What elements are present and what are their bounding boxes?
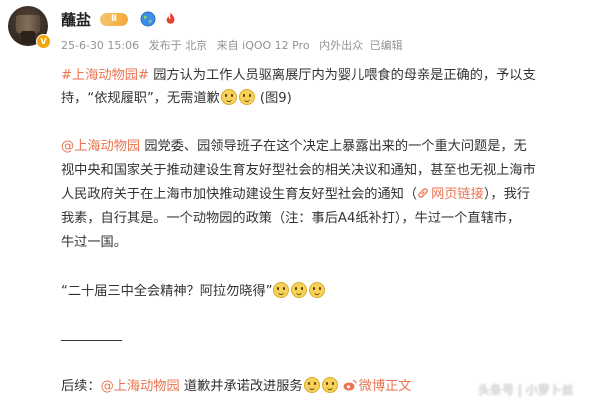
author-name[interactable]: 蘸盐	[61, 9, 91, 30]
post-line: 后续：@上海动物园 道歉并承诺改进服务 微博正文	[61, 377, 412, 394]
post-line: #上海动物园# 园方认为工作人员驱离展厅内为婴儿喂食的母亲是正确的，予以支	[61, 68, 536, 83]
watermark: 头条号 | 小萝卜丝	[478, 383, 574, 397]
fire-icon[interactable]	[163, 11, 178, 27]
smile-emoji-icon	[309, 282, 326, 298]
mention-link[interactable]: @上海动物园	[61, 139, 140, 154]
post-line: @上海动物园 园党委、园领导班子在这个决定上暴露出来的一个重大问题是，无	[61, 139, 527, 154]
hashtag-link[interactable]: #上海动物园#	[61, 68, 149, 83]
smile-emoji-icon	[220, 89, 237, 105]
post-date[interactable]: 25-6-30 15:06	[61, 39, 139, 52]
post-line: 视中央和国家关于推动建设生育友好型社会的相关决议和通知，甚至也无视上海市	[61, 163, 536, 178]
post-location: 发布于 北京	[148, 39, 208, 52]
level-badge[interactable]: Ⅱ	[100, 13, 128, 26]
globe-icon[interactable]	[140, 11, 156, 27]
post-line: 人民政府关于在上海市加快推动建设生育友好型社会的通知（ 网页链接），我行	[61, 187, 530, 202]
divider	[61, 340, 122, 341]
mention-link[interactable]: @上海动物园	[101, 379, 180, 394]
post-device: 来自 iQOO 12 Pro	[216, 39, 310, 52]
smile-emoji-icon	[273, 282, 290, 298]
smile-emoji-icon	[291, 282, 308, 298]
post-line: 牛过一国。	[61, 235, 127, 250]
web-link[interactable]: 网页链接	[417, 187, 484, 202]
verified-badge-icon: V	[36, 34, 51, 49]
smile-emoji-icon	[321, 377, 338, 393]
weibo-icon	[343, 379, 357, 391]
post-edited[interactable]: 已编辑	[370, 39, 403, 52]
link-icon	[418, 188, 428, 198]
weibo-link[interactable]: 微博正文	[343, 379, 412, 394]
smile-emoji-icon	[238, 89, 255, 105]
post-line: 持，“依规履职”，无需道歉 (图9)	[61, 89, 292, 106]
post-line: 我素，自行其是。一个动物园的政策（注：事后A4纸补打），牛过一个直辖市，	[61, 211, 521, 226]
post-meta: 25-6-30 15:06 发布于 北京 来自 iQOO 12 Pro 内外出众…	[61, 37, 409, 53]
post-line: “二十届三中全会精神？阿拉勿晓得”	[61, 282, 326, 302]
smile-emoji-icon	[303, 377, 320, 393]
post-visibility: 内外出众	[319, 39, 364, 52]
